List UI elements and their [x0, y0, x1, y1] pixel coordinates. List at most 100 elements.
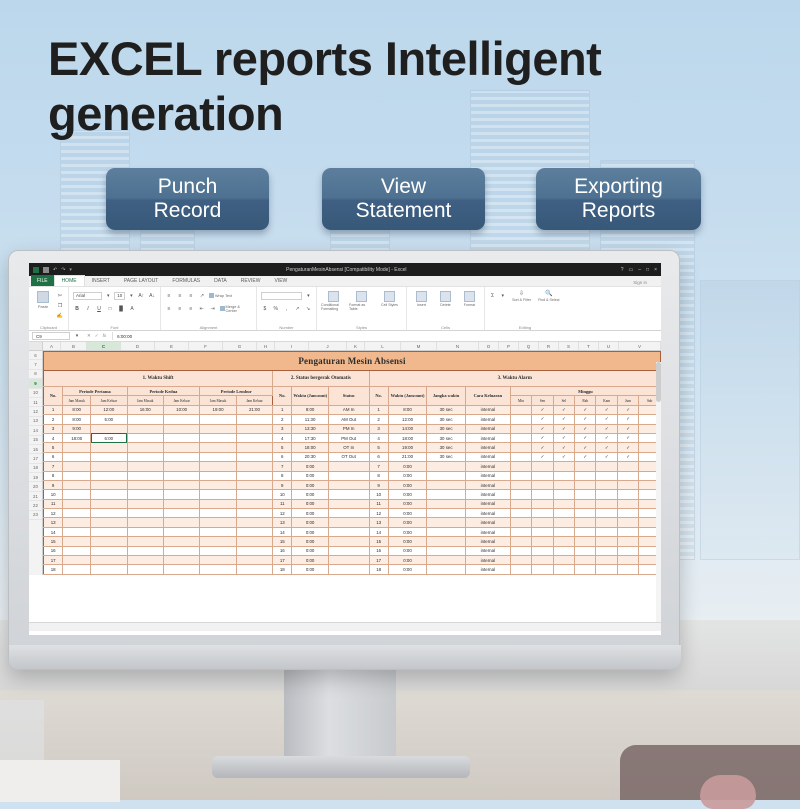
cell-day-sen[interactable] [531, 498, 554, 510]
cell-p1_out[interactable] [90, 498, 128, 510]
cell-status-no[interactable]: 8 [272, 470, 293, 481]
cell-day-kam[interactable]: ✓ [595, 404, 618, 416]
cell-status-label[interactable]: OT In [327, 442, 370, 453]
row-header-13[interactable]: 13 [29, 417, 42, 427]
cell-p3_out[interactable] [235, 442, 274, 453]
cell-status-label[interactable] [327, 545, 370, 557]
cell-alarm-cara[interactable]: internal [464, 461, 511, 472]
cell-day-rab[interactable]: ✓ [574, 451, 597, 463]
cell-alarm-waktu[interactable]: 19:00 [387, 442, 428, 453]
cell-p2_out[interactable] [162, 564, 201, 575]
cell-p2_in[interactable] [126, 555, 164, 566]
cell-p3_out[interactable] [235, 414, 274, 425]
cell-p1_out[interactable]: 5:00 [90, 414, 128, 425]
row-header-8[interactable]: 8 [29, 370, 42, 380]
cell-p1_out[interactable] [90, 442, 128, 453]
copy-icon[interactable]: ❐ [56, 302, 64, 310]
chevron-down-icon[interactable]: ▾ [128, 292, 134, 300]
cell-alarm-cara[interactable]: internal [464, 442, 511, 453]
cell-day-sel[interactable] [552, 545, 576, 557]
font-name-box[interactable]: Arial [73, 291, 103, 300]
cell-day-sel[interactable]: ✓ [552, 423, 576, 434]
cell-status-label[interactable] [327, 526, 370, 538]
cell-alarm-cara[interactable]: internal [464, 423, 511, 434]
cell-status-label[interactable] [327, 461, 370, 472]
cell-p3_in[interactable] [199, 442, 237, 453]
cell-alarm-jangka[interactable]: 30 sec [426, 414, 466, 425]
cell-p2_in[interactable] [126, 414, 164, 425]
cell-day-rab[interactable]: ✓ [574, 432, 597, 444]
cell-alarm-no[interactable]: 9 [368, 479, 389, 491]
cell-day-sel[interactable] [552, 470, 576, 481]
row-header-17[interactable]: 17 [29, 454, 42, 464]
cell-p3_out[interactable] [235, 489, 274, 500]
cell-day-min[interactable] [509, 564, 533, 575]
cell-alarm-jangka[interactable]: 30 sec [426, 432, 466, 444]
cell-day-kam[interactable]: ✓ [595, 432, 618, 444]
cell-p2_in[interactable] [126, 423, 164, 434]
cell-status-waktu[interactable]: 0:00 [291, 508, 329, 519]
window-controls[interactable]: ? ▭ – □ × [621, 267, 657, 273]
cell-p3_in[interactable] [199, 414, 237, 425]
cell-shift-no[interactable]: 10 [42, 489, 64, 500]
cell-alarm-waktu[interactable]: 0:00 [387, 545, 428, 557]
cell-alarm-no[interactable]: 2 [368, 414, 389, 425]
cut-icon[interactable]: ✄ [56, 292, 64, 300]
maximize-icon[interactable]: □ [646, 267, 649, 273]
cell-p2_out[interactable] [162, 470, 201, 481]
cell-status-label[interactable] [327, 508, 370, 519]
cell-status-no[interactable]: 14 [272, 526, 293, 538]
cell-day-jum[interactable] [616, 536, 640, 547]
cell-status-waktu[interactable]: 0:00 [291, 555, 329, 566]
paste-button[interactable]: Paste [33, 291, 53, 309]
cell-day-kam[interactable] [595, 545, 618, 557]
cell-p1_in[interactable] [62, 508, 92, 519]
cell-alarm-waktu[interactable]: 14:00 [387, 423, 428, 434]
cell-day-jum[interactable]: ✓ [616, 414, 640, 425]
cell-alarm-cara[interactable]: internal [464, 555, 511, 566]
cell-alarm-no[interactable]: 3 [368, 423, 389, 434]
cell-p1_in[interactable] [62, 517, 92, 528]
cell-day-sel[interactable] [552, 461, 576, 472]
cell-p3_in[interactable] [199, 451, 237, 463]
decrease-font-size-icon[interactable]: A↓ [148, 292, 156, 300]
increase-indent-icon[interactable]: ⇥ [209, 305, 217, 313]
cell-p1_in[interactable]: 9:00 [62, 423, 92, 434]
minimize-icon[interactable]: – [638, 267, 641, 273]
cell-day-kam[interactable]: ✓ [595, 442, 618, 453]
row-header-9[interactable]: 9 [29, 379, 42, 389]
cell-p3_out[interactable] [235, 508, 274, 519]
cell-alarm-jangka[interactable] [426, 461, 466, 472]
cell-p1_out[interactable] [90, 470, 128, 481]
select-all-corner[interactable] [29, 342, 43, 350]
cell-status-label[interactable] [327, 470, 370, 481]
cell-p3_in[interactable] [199, 545, 237, 557]
cell-status-label[interactable]: AM In [327, 404, 370, 416]
conditional-formatting-button[interactable]: Conditional Formatting [321, 291, 346, 311]
decrease-indent-icon[interactable]: ⇤ [198, 305, 206, 313]
cell-day-sen[interactable] [531, 555, 554, 566]
cell-p1_in[interactable] [62, 498, 92, 510]
cell-status-label[interactable] [327, 564, 370, 575]
cell-p2_out[interactable] [162, 517, 201, 528]
cell-day-min[interactable] [509, 508, 533, 519]
cell-p1_out[interactable] [90, 508, 128, 519]
undo-icon[interactable]: ↶ [53, 267, 57, 273]
cell-day-sen[interactable] [531, 508, 554, 519]
cell-status-no[interactable]: 18 [272, 564, 293, 575]
cell-day-kam[interactable] [595, 536, 618, 547]
cell-status-waktu[interactable]: 0:00 [291, 526, 329, 538]
cell-p3_out[interactable] [235, 423, 274, 434]
cell-p2_in[interactable] [126, 489, 164, 500]
cell-shift-no[interactable]: 12 [42, 508, 64, 519]
cell-alarm-no[interactable]: 4 [368, 432, 389, 444]
font-size-box[interactable]: 10 [114, 291, 126, 300]
find-select-button[interactable]: 🔍 Find & Select [537, 290, 561, 302]
cell-day-sel[interactable] [552, 526, 576, 538]
cell-alarm-no[interactable]: 14 [368, 526, 389, 538]
cell-p2_in[interactable] [126, 451, 164, 463]
cell-p2_in[interactable] [126, 498, 164, 510]
cell-p1_in[interactable]: 18:00 [62, 432, 92, 444]
cell-shift-no[interactable]: 11 [42, 498, 64, 510]
cell-day-jum[interactable] [616, 545, 640, 557]
